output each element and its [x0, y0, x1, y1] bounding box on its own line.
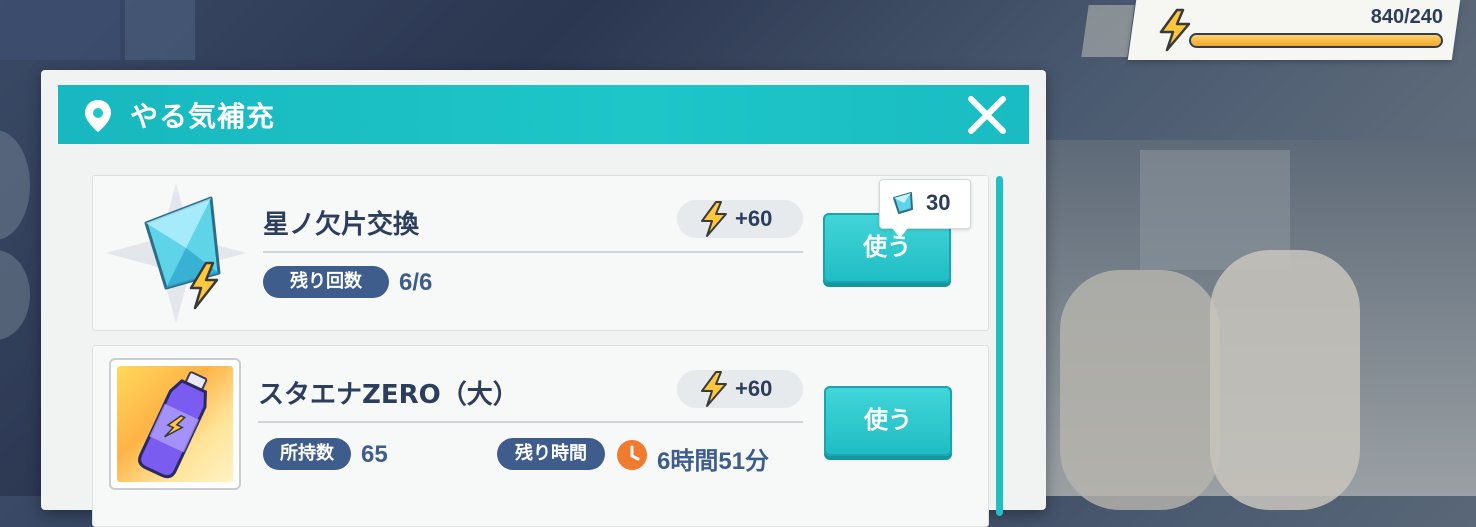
- stamina-hud: 840/240: [1145, 0, 1455, 60]
- item-name: 星ノ欠片交換: [263, 210, 420, 240]
- stamina-value: 840/240: [1370, 6, 1443, 28]
- lightning-bolt-icon: [701, 201, 727, 237]
- stamina-gain-value: +60: [735, 206, 773, 231]
- star-shard-icon: [893, 192, 913, 214]
- item-list[interactable]: 星ノ欠片交換 +60 残り回数 6/6 使う 30 スタエナZERO（大） +6…: [92, 175, 997, 527]
- cost-tag: 30: [879, 179, 971, 238]
- location-pin-icon: [85, 100, 111, 132]
- stamina-bar: [1189, 33, 1443, 48]
- stamina-gain-badge: +60: [677, 200, 803, 238]
- clock-icon: [617, 440, 647, 470]
- lightning-bolt-icon: [701, 371, 727, 407]
- close-icon[interactable]: [967, 95, 1007, 135]
- stamina-bar-fill: [1191, 35, 1441, 46]
- owned-count-value: 65: [361, 441, 388, 468]
- star-shard-icon: [106, 183, 246, 323]
- dialog-header: やる気補充: [58, 85, 1029, 144]
- remaining-uses-label: 残り回数: [263, 266, 389, 298]
- list-item: スタエナZERO（大） +60 所持数 65 残り時間 6時間51分 使う: [92, 345, 989, 527]
- remaining-time-value: 6時間51分: [657, 448, 770, 475]
- stamina-gain-value: +60: [735, 376, 773, 401]
- stamina-refill-dialog: やる気補充 星ノ欠片交換 +60 残り回数 6/6 使う 30 スタエナZERO…: [41, 70, 1046, 527]
- use-button[interactable]: 使う: [824, 386, 952, 456]
- lightning-bolt-icon: [1159, 8, 1191, 52]
- stamina-gain-badge: +60: [677, 370, 803, 408]
- scrollbar[interactable]: [996, 176, 1003, 516]
- energy-drink-icon: [138, 371, 208, 479]
- remaining-uses-value: 6/6: [399, 269, 433, 296]
- owned-count-label: 所持数: [263, 438, 351, 470]
- item-name: スタエナZERO（大）: [258, 380, 519, 410]
- home-icon: [125, 0, 195, 60]
- item-thumbnail: [109, 358, 241, 490]
- list-item: 星ノ欠片交換 +60 残り回数 6/6 使う 30: [92, 175, 989, 331]
- dialog-title: やる気補充: [130, 100, 276, 133]
- cost-value: 30: [926, 190, 951, 215]
- remaining-time-label: 残り時間: [497, 438, 605, 470]
